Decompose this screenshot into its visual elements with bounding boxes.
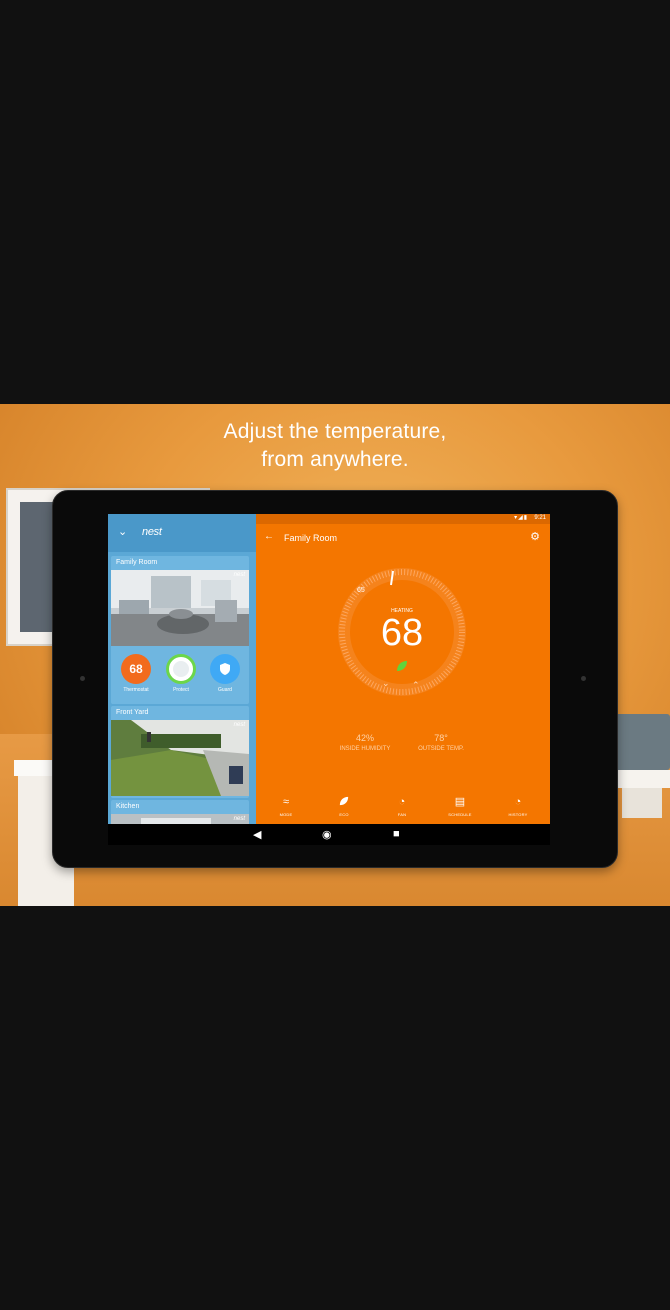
headline-line-2: from anywhere. [261, 448, 409, 471]
card-title: Family Room [116, 559, 158, 566]
tablet-device: ⌄ nest Family Room nest 68 Thermostat Pr… [52, 490, 618, 868]
thermostat-label: Thermostat [123, 687, 149, 693]
status-icons: ▾◢▮ [514, 515, 528, 521]
shield-icon [220, 663, 230, 675]
chevron-down-icon[interactable]: ⌄ [118, 525, 127, 538]
back-triangle-icon[interactable]: ◀ [253, 828, 261, 841]
camera-image [111, 814, 249, 824]
nav-eco-label: ECO [339, 812, 349, 817]
leaf-icon [324, 796, 364, 809]
gear-icon[interactable]: ⚙ [530, 530, 540, 543]
humidity-label: INSIDE HUMIDITY [339, 746, 391, 752]
nav-schedule-label: SCHEDULE [448, 812, 472, 817]
camera-card-kitchen[interactable]: Kitchen nest [111, 800, 249, 824]
tablet-screen: ⌄ nest Family Room nest 68 Thermostat Pr… [108, 514, 550, 845]
current-temp-marker: 65 [357, 587, 365, 594]
room-title: Family Room [284, 533, 338, 543]
schedule-icon: ▤ [454, 796, 466, 808]
thermostat-panel: ▾◢▮ 9:21 ← Family Room ⚙ 65 HEATING 68 ⌄… [256, 514, 550, 824]
tablet-sensor-left [80, 676, 85, 681]
camera-watermark: nest [233, 572, 245, 578]
mode-icon: ≈ [282, 796, 290, 808]
nav-schedule[interactable]: ▤ SCHEDULE [440, 796, 480, 817]
camera-card-family-room[interactable]: Family Room nest 68 Thermostat Protect G… [111, 556, 249, 704]
sidebar-header: ⌄ nest [108, 514, 256, 552]
camera-image [111, 570, 249, 646]
bottom-nav: ≈ MODE ECO ◔ FAN ▤ SCHEDULE ◔ HISTORY [256, 790, 550, 824]
protect-icon [173, 661, 189, 677]
nav-fan[interactable]: ◔ FAN [382, 796, 422, 817]
camera-card-front-yard[interactable]: Front Yard nest [111, 706, 249, 798]
protect-device[interactable] [166, 654, 196, 684]
camera-watermark: nest [233, 722, 245, 728]
camera-image [111, 720, 249, 796]
nav-history[interactable]: ◔ HISTORY [498, 796, 538, 817]
nav-fan-label: FAN [397, 812, 407, 817]
recents-square-icon[interactable]: ■ [393, 828, 400, 840]
card-title: Kitchen [116, 803, 140, 810]
thermostat-device[interactable]: 68 [121, 654, 151, 684]
home-sidebar: ⌄ nest Family Room nest 68 Thermostat Pr… [108, 514, 256, 824]
camera-feed-front-yard[interactable]: nest [111, 720, 249, 796]
nav-eco[interactable]: ECO [324, 796, 364, 817]
side-table-right-leg [622, 788, 662, 818]
shelf-decor [612, 714, 670, 770]
temp-up-icon[interactable]: ⌃ [412, 680, 420, 691]
outside-temp-label: OUTSIDE TEMP. [418, 746, 464, 752]
status-bar: ▾◢▮ 9:21 [256, 514, 550, 524]
guard-device[interactable] [210, 654, 240, 684]
home-circle-icon[interactable]: ◉ [322, 828, 332, 841]
protect-label: Protect [173, 687, 189, 693]
history-icon: ◔ [514, 796, 522, 808]
nest-logo: nest [142, 526, 162, 538]
promo-banner: Adjust the temperature, from anywhere. ⌄… [0, 404, 670, 906]
side-table-right [612, 770, 670, 788]
camera-watermark: nest [233, 816, 245, 822]
fan-icon: ◔ [398, 796, 406, 808]
camera-feed-family-room[interactable]: nest [111, 570, 249, 646]
nav-mode[interactable]: ≈ MODE [266, 796, 306, 817]
status-time: 9:21 [534, 515, 546, 521]
camera-feed-kitchen[interactable]: nest [111, 814, 249, 824]
card-title: Front Yard [116, 709, 149, 716]
headline-line-1: Adjust the temperature, [223, 420, 447, 443]
nav-history-label: HISTORY [508, 812, 528, 817]
tablet-sensor-right [581, 676, 586, 681]
back-arrow-icon[interactable]: ← [264, 531, 274, 542]
thermostat-temp: 68 [129, 662, 143, 676]
guard-label: Guard [218, 687, 232, 693]
temp-down-icon[interactable]: ⌄ [382, 678, 390, 689]
system-nav-bar: ◀ ◉ ■ [108, 824, 550, 845]
headline: Adjust the temperature, from anywhere. [0, 418, 670, 474]
humidity-value: 42% [355, 733, 374, 743]
nav-mode-label: MODE [279, 812, 293, 817]
target-temp: 68 [380, 612, 424, 654]
outside-temp-value: 78° [434, 733, 448, 743]
leaf-icon [397, 661, 407, 671]
